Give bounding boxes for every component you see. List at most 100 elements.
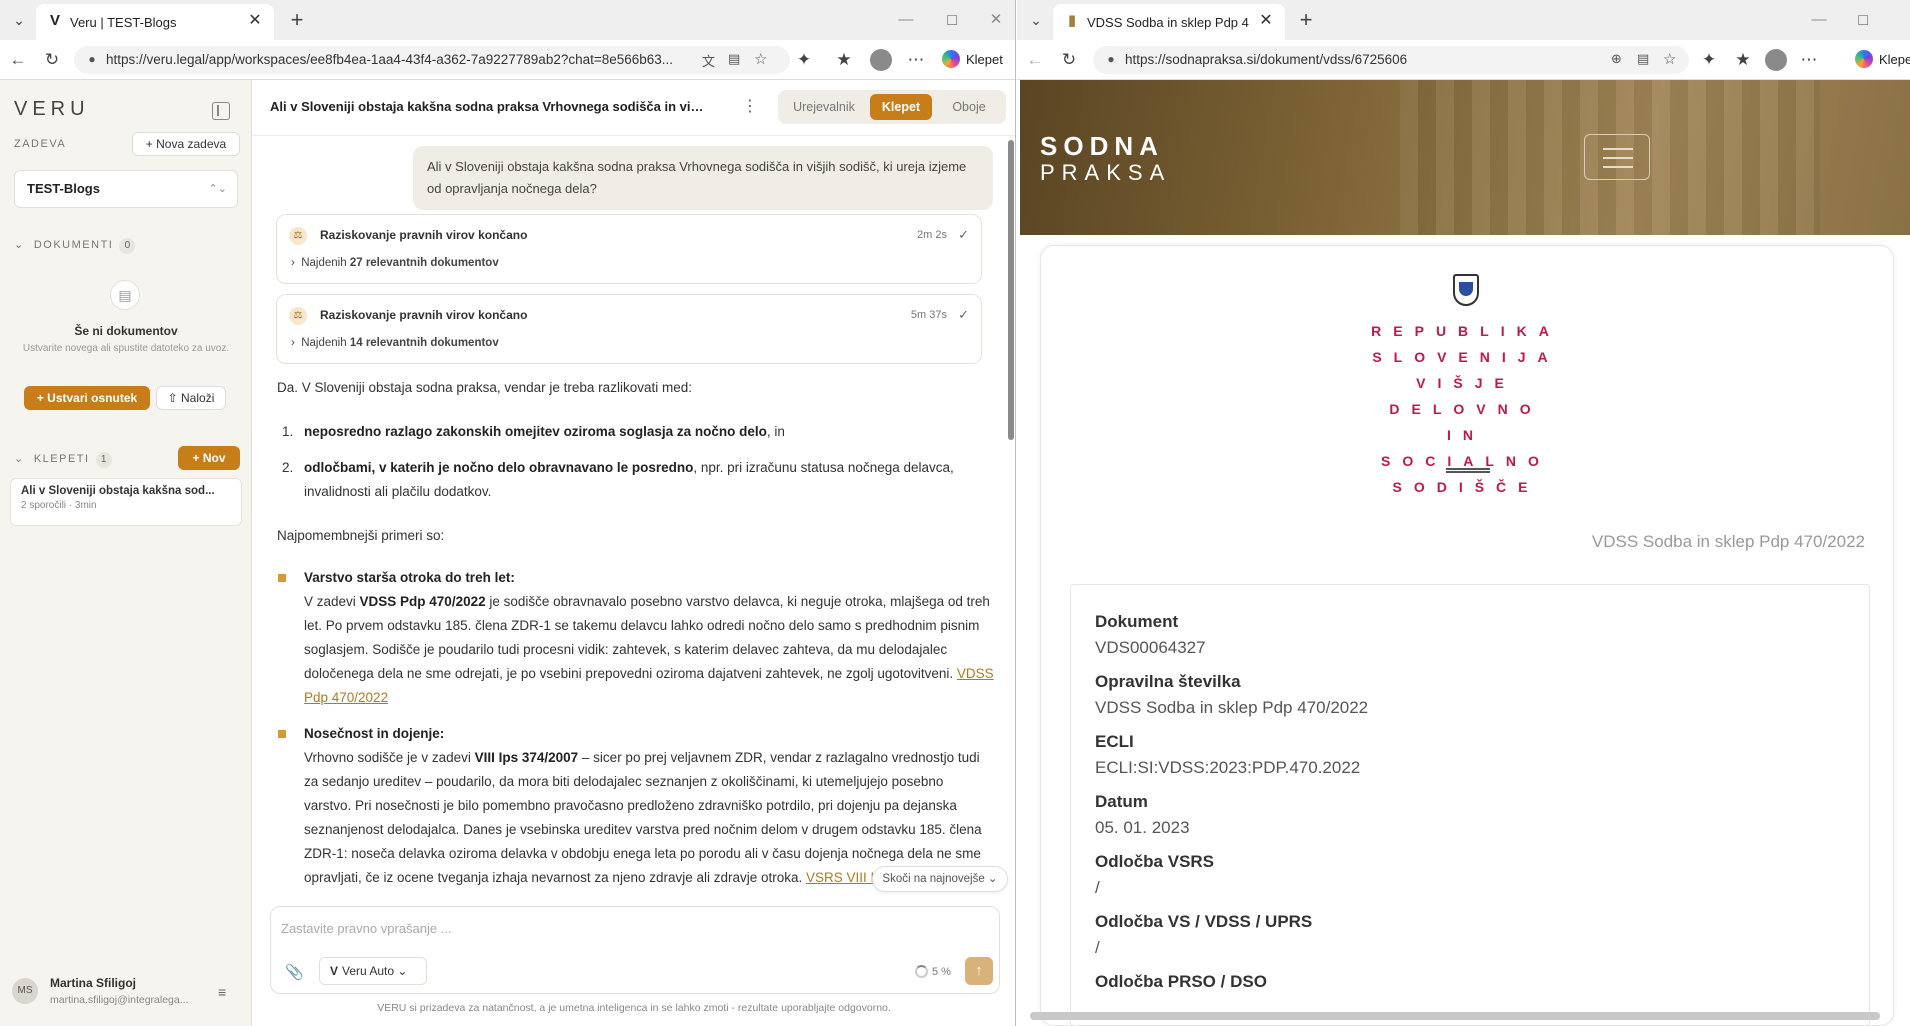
translate-icon[interactable]: 文 bbox=[702, 51, 715, 70]
field-label: Odločba PRSO / DSO bbox=[1095, 972, 1267, 991]
research-card[interactable]: ⚖ Raziskovanje pravnih virov končano 5m … bbox=[276, 294, 982, 364]
copilot-icon bbox=[1855, 50, 1873, 68]
field-value: VDSS Sodba in sklep Pdp 470/2022 bbox=[1095, 698, 1369, 717]
list-number: 2. bbox=[282, 460, 294, 475]
user-name: Martina Sfiligoj bbox=[50, 976, 137, 990]
profile-avatar[interactable] bbox=[1765, 49, 1787, 71]
left-browser-window: ⌄ V Veru | TEST-Blogs ✕ + — ◻ ✕ ← ↻ ● ht… bbox=[0, 0, 1016, 1026]
field-value: ECLI:SI:VDSS:2023:PDP.470.2022 bbox=[1095, 758, 1361, 777]
bullet bbox=[278, 574, 286, 582]
new-case-button[interactable]: + Nova zadeva bbox=[132, 132, 240, 156]
refresh-icon[interactable]: ↻ bbox=[40, 48, 64, 72]
coat-of-arms-icon bbox=[1453, 274, 1479, 306]
send-button[interactable]: ↑ bbox=[965, 957, 993, 985]
address-bar[interactable]: ● https://veru.legal/app/workspaces/ee8f… bbox=[74, 46, 790, 74]
research-title: Raziskovanje pravnih virov končano bbox=[320, 228, 528, 242]
hamburger-menu-button[interactable] bbox=[1584, 134, 1650, 180]
seal-underline bbox=[1446, 468, 1490, 473]
address-bar[interactable]: ● https://sodnapraksa.si/dokument/vdss/6… bbox=[1093, 46, 1689, 74]
chat-input-box: 📎 VVeru Auto ⌄ 5 % ↑ bbox=[270, 906, 1000, 994]
chat-scrollbar[interactable] bbox=[1008, 140, 1014, 440]
upload-icon: ⇧ bbox=[167, 391, 182, 405]
case-select[interactable]: TEST-Blogs ⌃⌄ bbox=[14, 170, 238, 208]
zoom-icon[interactable]: ⊕ bbox=[1611, 51, 1622, 67]
paperclip-icon[interactable]: 📎 bbox=[285, 963, 304, 981]
close-window-icon[interactable]: ✕ bbox=[976, 6, 1015, 34]
example-varstvo: Varstvo starša otroka do treh let: V zad… bbox=[304, 570, 994, 705]
nav-bar: ← ↻ ● https://veru.legal/app/workspaces/… bbox=[0, 40, 1015, 80]
research-found[interactable]: › Najdenih 27 relevantnih dokumentov bbox=[291, 257, 499, 269]
answer-intro: Da. V Sloveniji obstaja sodna praksa, ve… bbox=[277, 380, 692, 395]
mode-both[interactable]: Oboje bbox=[938, 94, 1000, 120]
more-menu-icon[interactable]: ⋯ bbox=[1797, 48, 1821, 72]
new-chat-button[interactable]: + Nov bbox=[178, 446, 240, 470]
new-tab-icon[interactable]: + bbox=[1293, 8, 1319, 34]
examples-heading: Najpomembnejši primeri so: bbox=[277, 528, 445, 543]
research-card[interactable]: ⚖ Raziskovanje pravnih virov končano 2m … bbox=[276, 214, 982, 284]
back-icon[interactable]: ← bbox=[1023, 48, 1047, 72]
answer-list-item: neposredno razlago zakonskih omejitev oz… bbox=[304, 424, 785, 439]
refresh-icon[interactable]: ↻ bbox=[1057, 48, 1081, 72]
case-heading: VDSS Sodba in sklep Pdp 470/2022 bbox=[1591, 532, 1865, 551]
reader-icon[interactable]: ▤ bbox=[1637, 51, 1649, 67]
page-horizontal-scrollbar[interactable] bbox=[1030, 1012, 1880, 1020]
maximize-icon[interactable]: ◻ bbox=[1843, 6, 1883, 34]
favorite-star-icon[interactable]: ☆ bbox=[1663, 50, 1676, 68]
copilot-button[interactable]: Klepet bbox=[942, 48, 1003, 72]
create-draft-button[interactable]: + Ustvari osnutek bbox=[24, 386, 150, 410]
document-icon: ▤ bbox=[110, 280, 140, 310]
tab-veru[interactable]: V Veru | TEST-Blogs ✕ bbox=[36, 4, 274, 40]
extensions-icon[interactable]: ✦ bbox=[792, 48, 816, 72]
favorite-star-icon[interactable]: ☆ bbox=[754, 50, 767, 68]
tab-list-dropdown-icon[interactable]: ⌄ bbox=[1025, 9, 1047, 31]
research-found[interactable]: › Najdenih 14 relevantnih dokumentov bbox=[291, 337, 499, 349]
jump-to-latest-button[interactable]: Skoči na najnovejše ⌄ bbox=[872, 866, 1008, 892]
close-tab-icon[interactable]: ✕ bbox=[244, 10, 266, 32]
user-email: martina.sfiligoj@integralega... bbox=[50, 994, 189, 1006]
back-icon[interactable]: ← bbox=[6, 48, 30, 72]
user-profile[interactable]: MS Martina Sfiligoj martina.sfiligoj@int… bbox=[12, 970, 240, 1014]
tab-list-dropdown-icon[interactable]: ⌄ bbox=[8, 9, 30, 31]
tab-sodnapraksa[interactable]: ▮ VDSS Sodba in sklep Pdp 470/2022 ✕ bbox=[1053, 4, 1285, 40]
chats-header[interactable]: ⌄ KLEPETI 1 bbox=[14, 452, 112, 468]
profile-avatar[interactable] bbox=[870, 49, 892, 71]
close-tab-icon[interactable]: ✕ bbox=[1255, 10, 1277, 32]
chevron-right-icon: › bbox=[291, 337, 302, 349]
field-label: Dokument bbox=[1095, 612, 1179, 631]
view-mode-toggle: Urejevalnik Klepet Oboje bbox=[778, 90, 1006, 124]
minimize-icon[interactable]: — bbox=[886, 6, 926, 34]
collapse-sidebar-icon[interactable] bbox=[212, 102, 230, 120]
more-menu-icon[interactable]: ⋯ bbox=[904, 48, 928, 72]
documents-count: 0 bbox=[119, 238, 136, 254]
chat-list-item[interactable]: Ali v Sloveniji obstaja kakšna sod... 2 … bbox=[10, 478, 242, 526]
sodnapraksa-favicon-icon: ▮ bbox=[1067, 12, 1077, 29]
chat-options-icon[interactable]: ⋮ bbox=[742, 96, 758, 118]
maximize-icon[interactable]: ◻ bbox=[932, 6, 972, 34]
settings-sliders-icon[interactable]: ≡ bbox=[218, 984, 226, 1000]
reader-icon[interactable]: ▤ bbox=[728, 51, 740, 67]
extensions-icon[interactable]: ✦ bbox=[1697, 48, 1721, 72]
research-time: 2m 2s bbox=[917, 229, 947, 241]
question-input[interactable] bbox=[281, 921, 981, 936]
site-logo-top[interactable]: SODNA bbox=[1040, 132, 1164, 160]
favorites-icon[interactable]: ★ bbox=[832, 48, 856, 72]
documents-header[interactable]: ⌄ DOKUMENTI 0 bbox=[14, 238, 136, 254]
bullet bbox=[278, 730, 286, 738]
check-icon: ✓ bbox=[958, 307, 969, 322]
minimize-icon[interactable]: — bbox=[1799, 6, 1839, 34]
url-text: https://sodnapraksa.si/dokument/vdss/672… bbox=[1125, 52, 1408, 67]
upload-button[interactable]: ⇧ Naloži bbox=[156, 386, 226, 410]
url-text: https://veru.legal/app/workspaces/ee8fb4… bbox=[106, 52, 674, 67]
site-logo-bottom[interactable]: PRAKSA bbox=[1040, 160, 1171, 186]
tab-bar: ⌄ V Veru | TEST-Blogs ✕ + — ◻ ✕ bbox=[0, 0, 1015, 40]
veru-favicon-icon: V bbox=[49, 12, 60, 29]
new-tab-icon[interactable]: + bbox=[284, 8, 310, 34]
mode-chat[interactable]: Klepet bbox=[870, 94, 932, 120]
mode-editor[interactable]: Urejevalnik bbox=[784, 94, 864, 120]
model-selector[interactable]: V Veru Auto ⌄ bbox=[319, 957, 427, 985]
favorites-icon[interactable]: ★ bbox=[1731, 48, 1755, 72]
scales-icon: ⚖ bbox=[289, 307, 307, 325]
chats-count: 1 bbox=[95, 452, 112, 468]
copilot-button[interactable]: Klepe bbox=[1855, 48, 1910, 72]
disclaimer: VERU si prizadeva za natančnost, a je um… bbox=[377, 1002, 891, 1014]
